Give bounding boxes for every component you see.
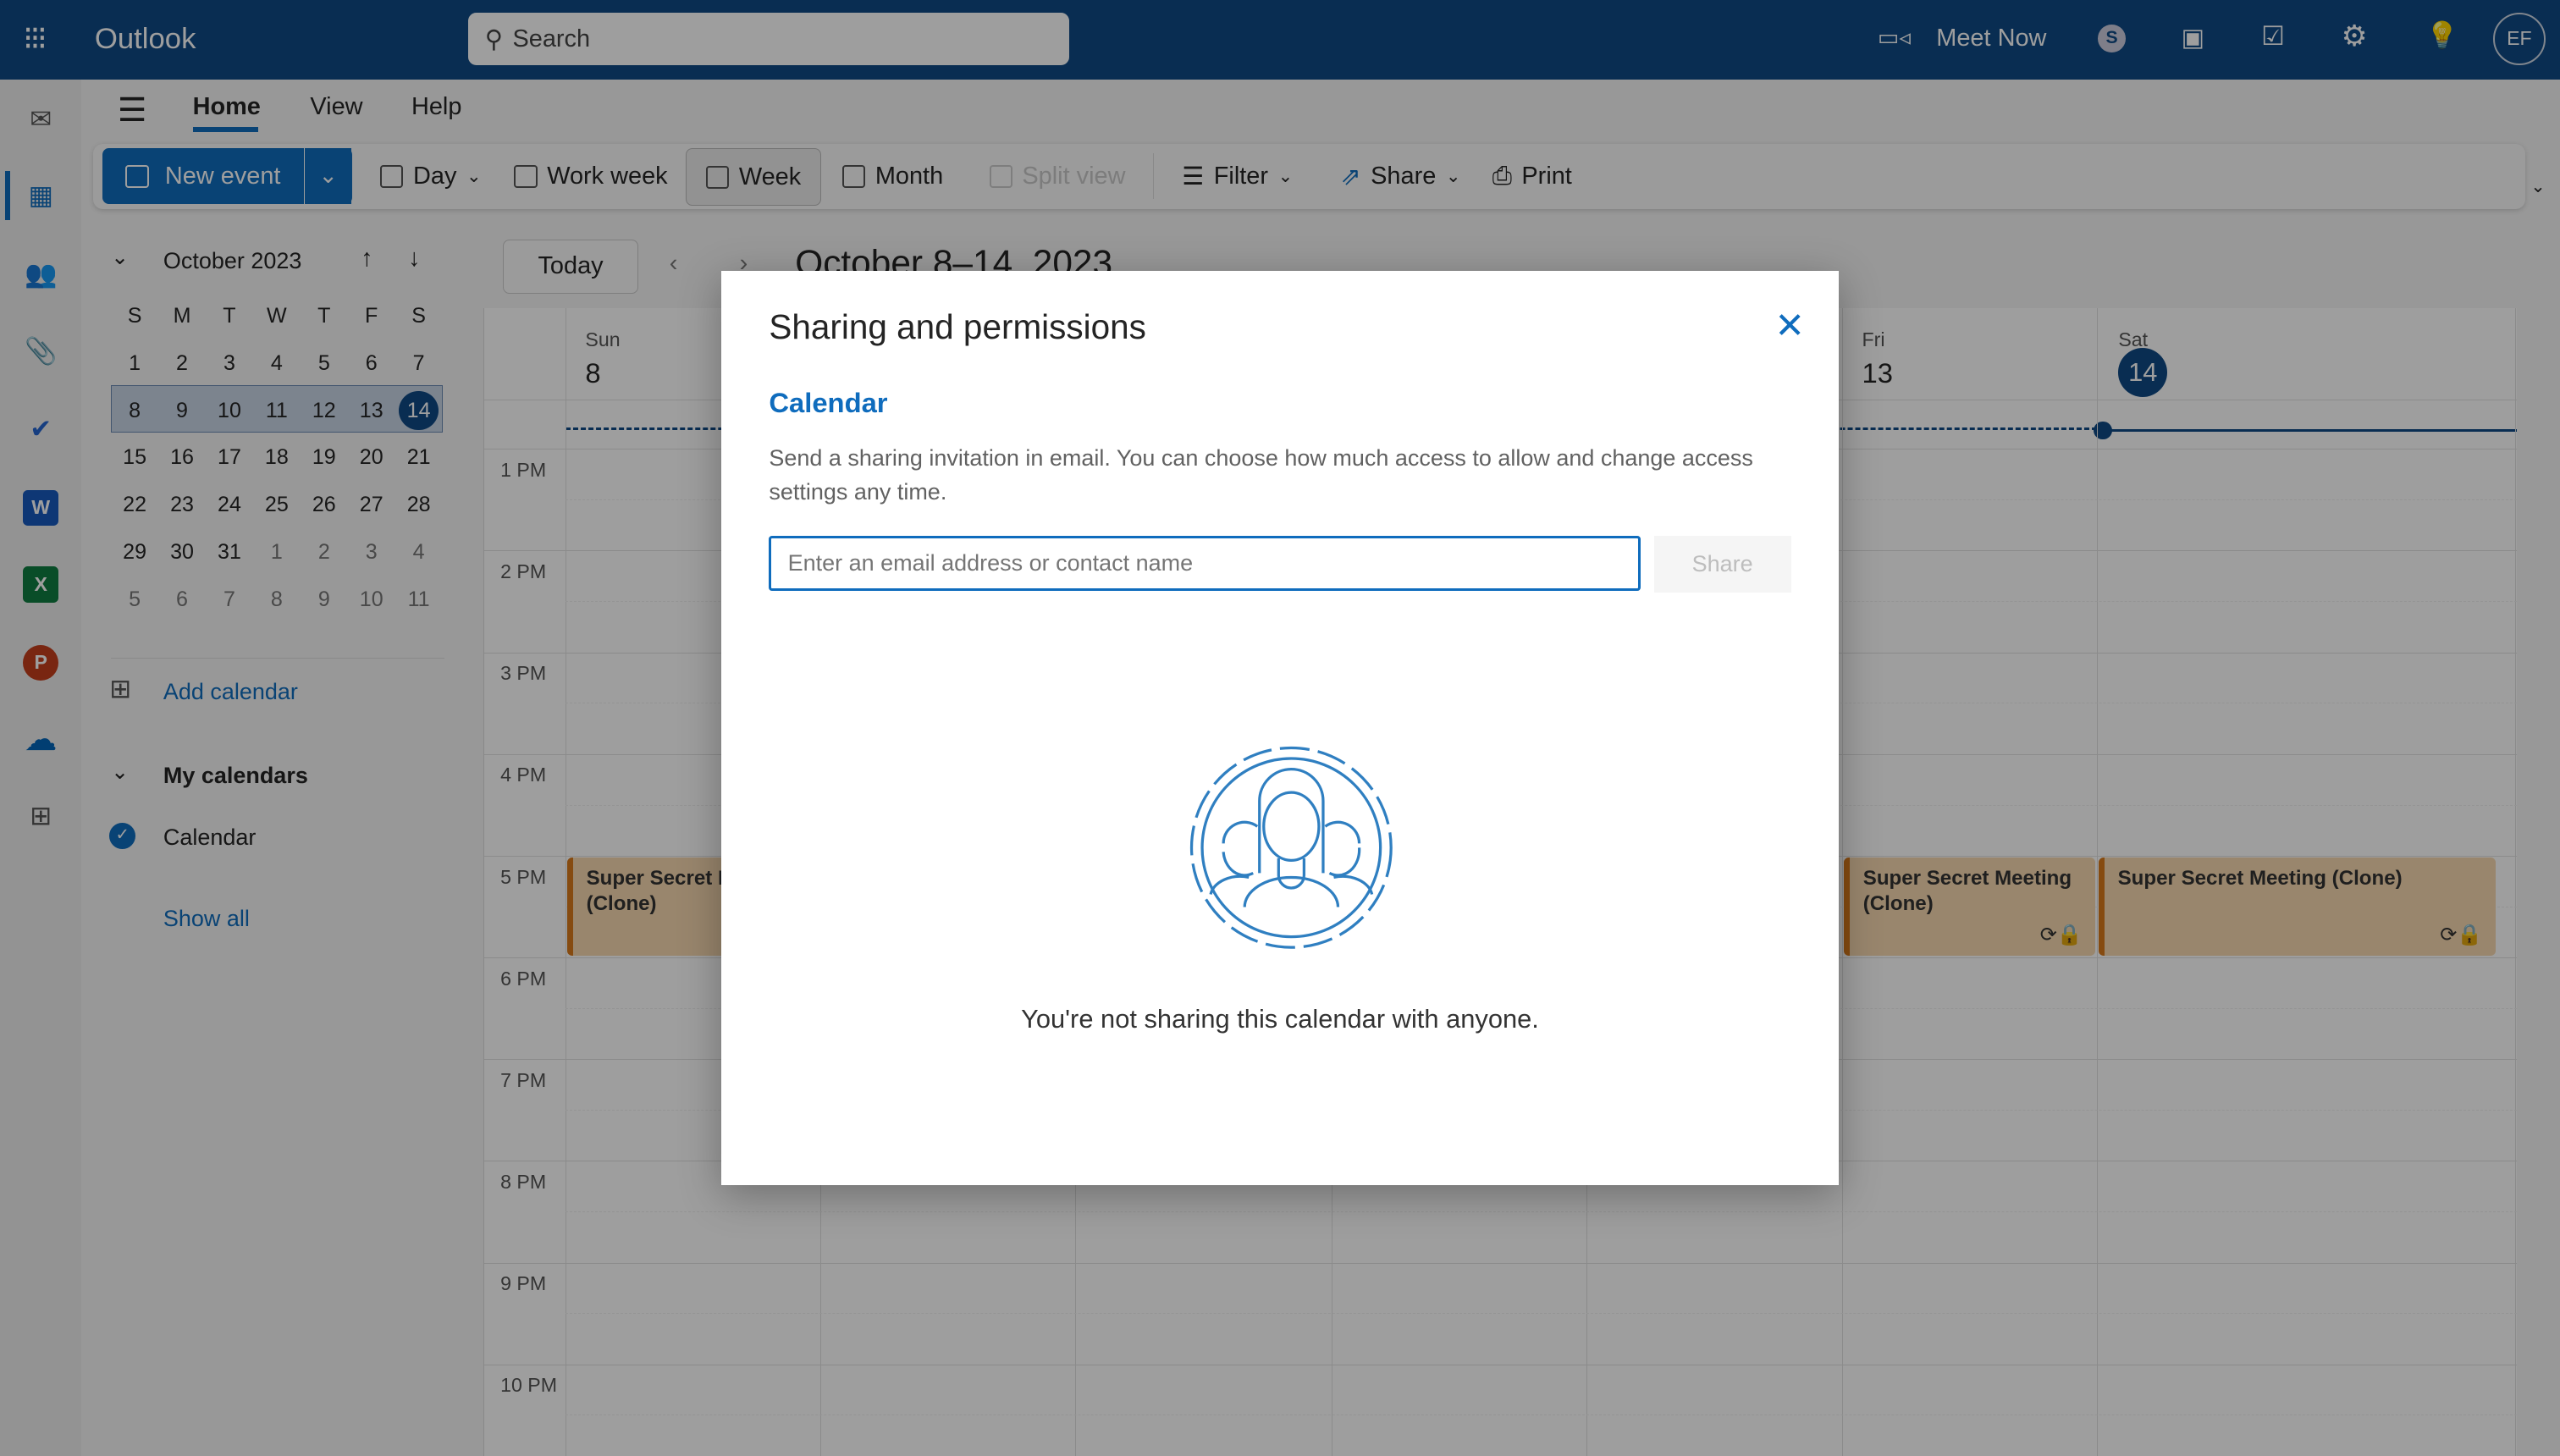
section-heading: Calendar (769, 387, 888, 419)
outlook-window: ⁝⁝⁝ Outlook ⚲ Search ▭◃ Meet Now S ▣ ☑ ⚙… (0, 0, 2560, 1456)
share-submit-button[interactable]: Share (1653, 535, 1791, 593)
email-input[interactable] (769, 535, 1641, 592)
sharing-dialog: Sharing and permissions ✕ Calendar Send … (721, 271, 1839, 1186)
empty-state-message: You're not sharing this calendar with an… (1021, 1004, 1539, 1034)
people-illustration-icon (1190, 746, 1393, 949)
close-icon[interactable]: ✕ (1774, 306, 1805, 347)
dialog-description: Send a sharing invitation in email. You … (769, 444, 1753, 505)
dialog-title: Sharing and permissions (769, 306, 1146, 346)
